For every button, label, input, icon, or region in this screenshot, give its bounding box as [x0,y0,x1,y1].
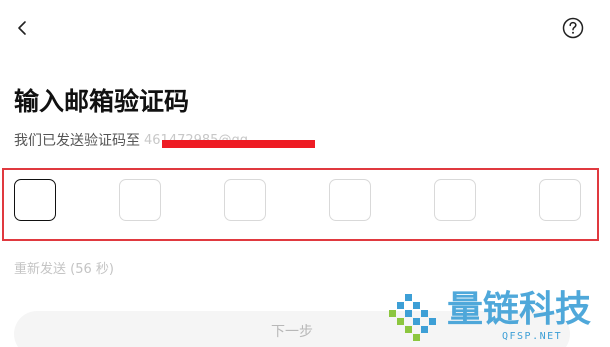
next-button[interactable]: 下一步 [14,311,570,347]
code-input-1[interactable] [14,179,56,221]
redaction-bar [162,140,315,148]
back-button[interactable] [8,14,36,42]
code-input-5[interactable] [434,179,476,221]
question-circle-icon [562,17,584,39]
code-input-3[interactable] [224,179,266,221]
verification-page: 输入邮箱验证码 我们已发送验证码至 461472985@qq 重新发送 (56 … [0,0,610,347]
subtitle-text: 我们已发送验证码至 [14,133,140,149]
next-button-label: 下一步 [271,324,313,340]
code-input-2[interactable] [119,179,161,221]
code-input-highlight-frame [2,168,599,241]
code-input-4[interactable] [329,179,371,221]
help-button[interactable] [561,16,585,40]
code-input-6[interactable] [539,179,581,221]
resend-countdown[interactable]: 重新发送 (56 秒) [14,260,114,280]
page-title: 输入邮箱验证码 [14,87,190,116]
chevron-left-icon [18,21,26,35]
